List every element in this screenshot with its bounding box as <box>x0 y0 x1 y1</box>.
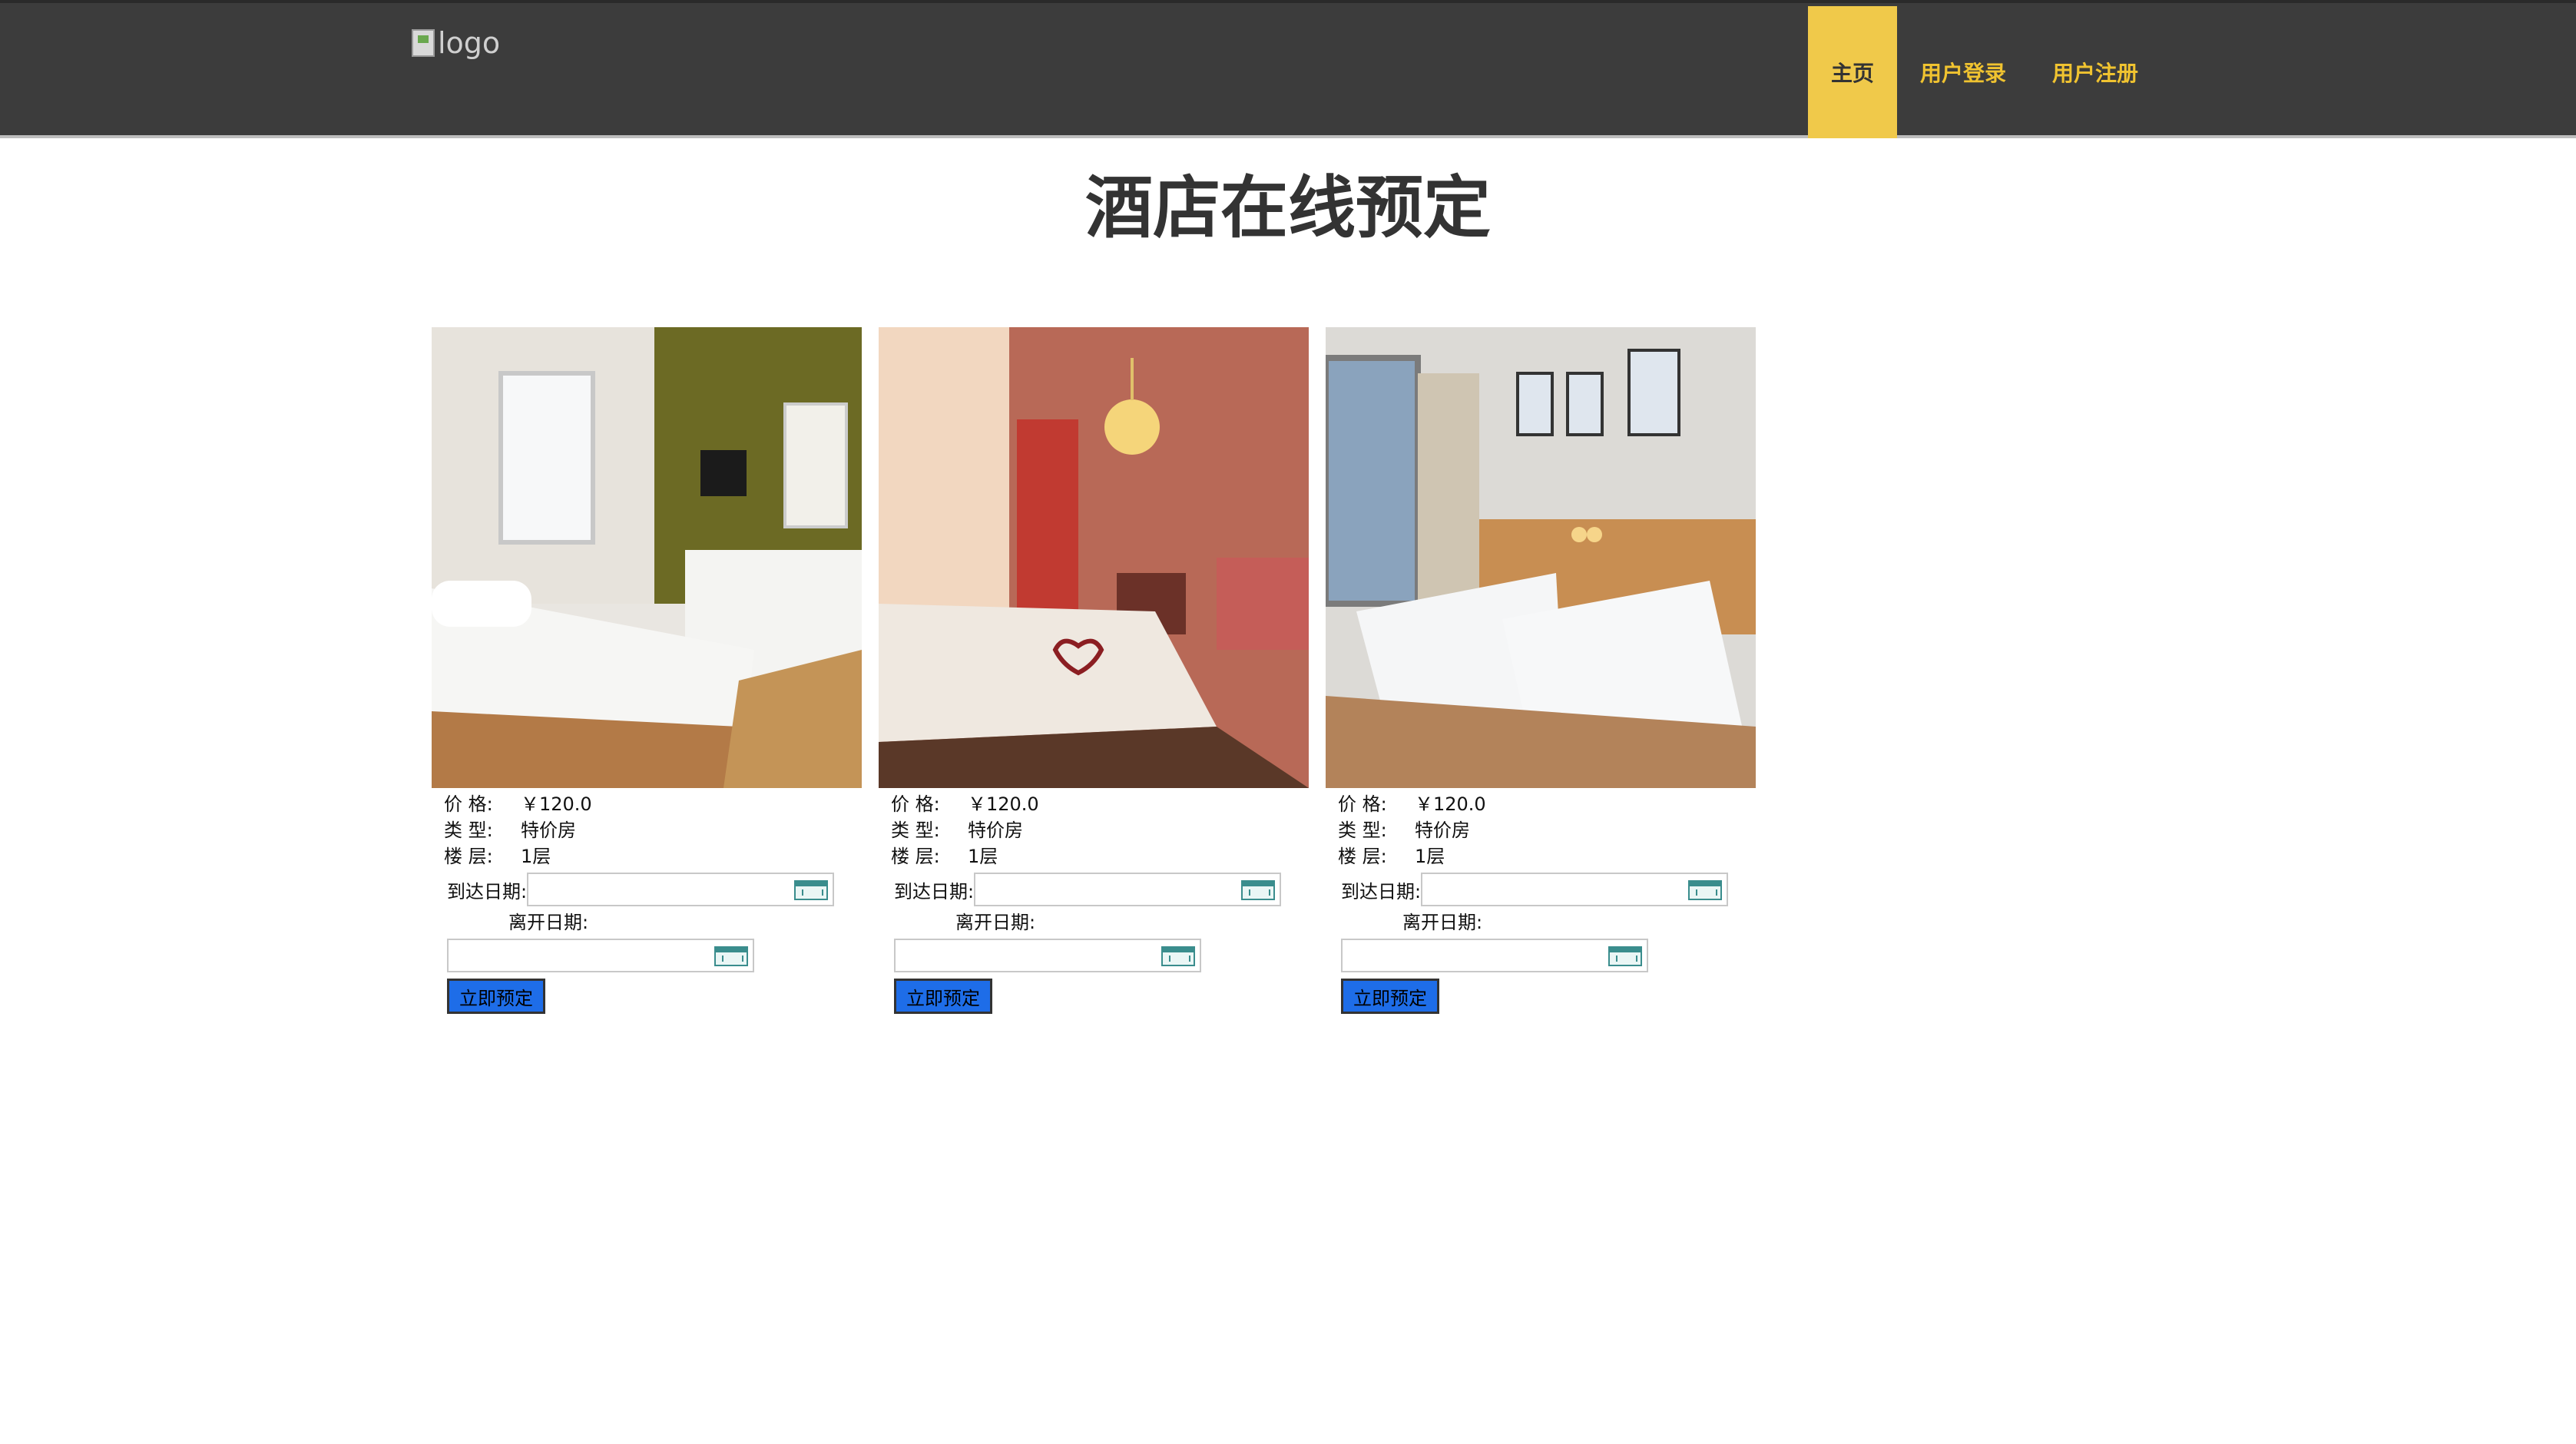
top-navbar: logo 主页 用户登录 用户注册 <box>0 0 2576 138</box>
room-card: 价 格: ￥120.0 类 型: 特价房 楼 层: 1层 到达日期: 离开日期: 立即… <box>879 327 1309 1014</box>
arrive-date-input[interactable] <box>527 873 835 906</box>
page-title: 酒店在线预定 <box>1084 168 1491 247</box>
type-value: 特价房 <box>968 820 1023 841</box>
leave-date-row <box>879 939 1309 972</box>
room-photo[interactable] <box>879 327 1309 788</box>
type-label: 类 型: <box>891 820 940 841</box>
room-photo[interactable] <box>1326 327 1756 788</box>
leave-date-input[interactable] <box>1341 939 1648 972</box>
type-label: 类 型: <box>1338 820 1387 841</box>
price-label: 价 格: <box>891 793 940 815</box>
floor-label: 楼 层: <box>891 846 940 867</box>
floor-value: 1层 <box>968 846 998 867</box>
arrive-date-input[interactable] <box>1421 873 1729 906</box>
leave-date-row <box>1326 939 1756 972</box>
main-nav: 主页 用户登录 用户注册 <box>1807 6 2161 138</box>
leave-date-label: 离开日期: <box>1402 912 1483 933</box>
room-info: 价 格: ￥120.0 类 型: 特价房 楼 层: 1层 <box>432 791 862 869</box>
arrive-date-input[interactable] <box>974 873 1282 906</box>
arrive-date-label: 到达日期: <box>447 880 528 903</box>
book-now-button[interactable]: 立即预定 <box>447 979 545 1014</box>
calendar-icon[interactable] <box>794 880 829 900</box>
room-photo-image <box>1326 327 1756 788</box>
calendar-icon[interactable] <box>1608 946 1642 966</box>
price-value: ￥120.0 <box>521 793 592 815</box>
type-value: 特价房 <box>1415 820 1470 841</box>
room-card: 价 格: ￥120.0 类 型: 特价房 楼 层: 1层 到达日期: 离开日期: 立即… <box>1326 327 1756 1014</box>
price-value: ￥120.0 <box>1415 793 1486 815</box>
leave-date-row <box>432 939 862 972</box>
arrive-date-row: 到达日期: <box>879 873 1309 906</box>
calendar-icon[interactable] <box>1688 880 1723 900</box>
calendar-icon[interactable] <box>714 946 748 966</box>
book-now-button[interactable]: 立即预定 <box>894 979 992 1014</box>
leave-date-input[interactable] <box>447 939 754 972</box>
leave-date-label: 离开日期: <box>955 912 1036 933</box>
broken-image-icon <box>412 29 435 57</box>
arrive-date-row: 到达日期: <box>1326 873 1756 906</box>
room-card: 价 格: ￥120.0 类 型: 特价房 楼 层: 1层 到达日期: 离开日期: 立即… <box>432 327 862 1014</box>
book-now-button[interactable]: 立即预定 <box>1341 979 1439 1014</box>
floor-value: 1层 <box>521 846 551 867</box>
price-value: ￥120.0 <box>968 793 1039 815</box>
floor-label: 楼 层: <box>1338 846 1387 867</box>
floor-value: 1层 <box>1415 846 1445 867</box>
room-photo-image <box>432 327 862 788</box>
leave-date-input[interactable] <box>894 939 1201 972</box>
room-info: 价 格: ￥120.0 类 型: 特价房 楼 层: 1层 <box>1326 791 1756 869</box>
arrive-date-label: 到达日期: <box>894 880 975 903</box>
calendar-icon[interactable] <box>1161 946 1195 966</box>
price-label: 价 格: <box>444 793 493 815</box>
floor-label: 楼 层: <box>444 846 493 867</box>
type-value: 特价房 <box>521 820 576 841</box>
arrive-date-label: 到达日期: <box>1341 880 1422 903</box>
nav-item-home[interactable]: 主页 <box>1807 6 1897 138</box>
room-info: 价 格: ￥120.0 类 型: 特价房 楼 层: 1层 <box>879 791 1309 869</box>
price-label: 价 格: <box>1338 793 1387 815</box>
logo-broken-image[interactable]: logo <box>412 26 500 60</box>
logo-alt-text: logo <box>438 26 501 60</box>
leave-date-label: 离开日期: <box>508 912 589 933</box>
room-photo[interactable] <box>432 327 862 788</box>
room-photo-image <box>879 327 1309 788</box>
nav-item-login[interactable]: 用户登录 <box>1897 6 2029 138</box>
nav-item-register[interactable]: 用户注册 <box>2029 6 2161 138</box>
type-label: 类 型: <box>444 820 493 841</box>
arrive-date-row: 到达日期: <box>432 873 862 906</box>
calendar-icon[interactable] <box>1241 880 1276 900</box>
